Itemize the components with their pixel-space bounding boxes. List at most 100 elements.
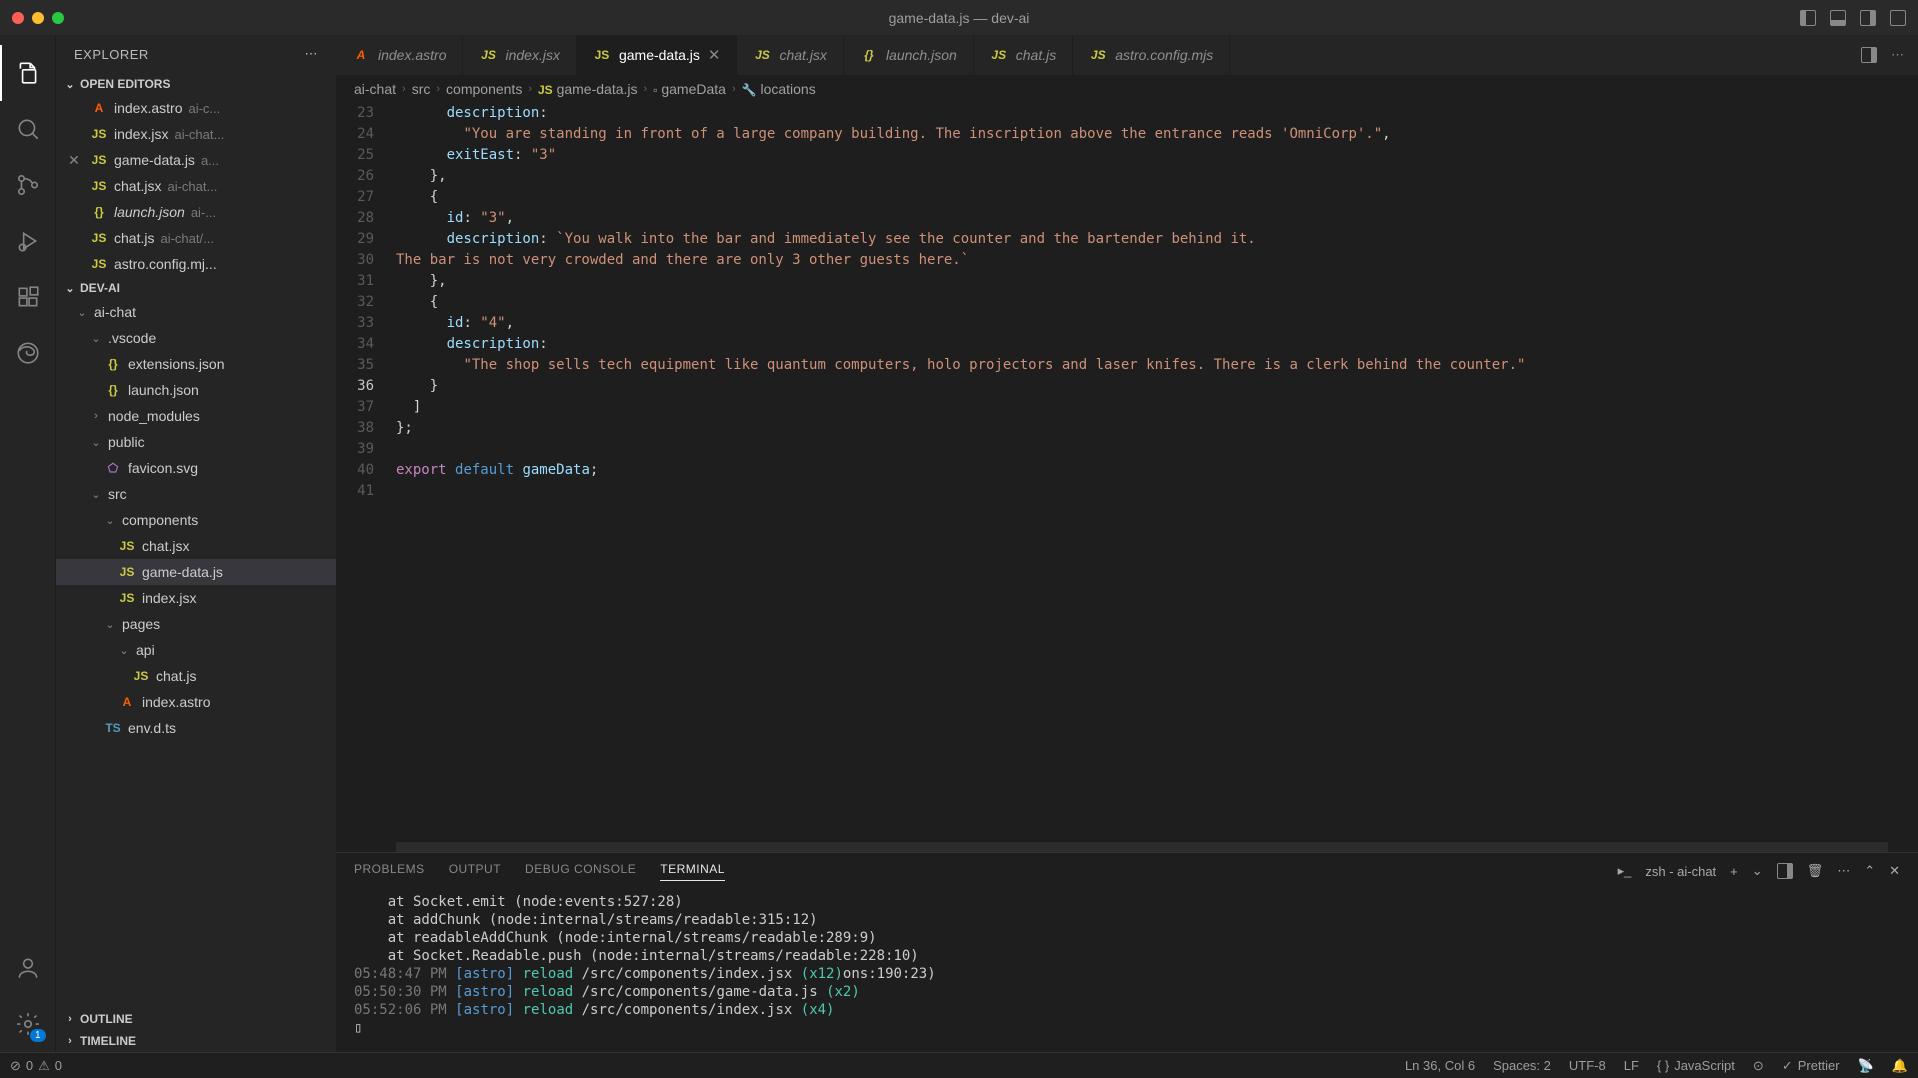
status-eol[interactable]: LF: [1624, 1058, 1639, 1073]
folder-item[interactable]: › node_modules: [56, 403, 336, 429]
file-item[interactable]: {} extensions.json: [56, 351, 336, 377]
close-editor-icon[interactable]: ✕: [64, 152, 84, 169]
source-control-activity-icon[interactable]: [0, 157, 56, 213]
explorer-activity-icon[interactable]: [0, 45, 56, 101]
minimize-window-button[interactable]: [32, 12, 44, 24]
status-copilot-icon[interactable]: ⊙: [1753, 1058, 1764, 1074]
status-cursor[interactable]: Ln 36, Col 6: [1405, 1058, 1475, 1073]
open-editor-item[interactable]: JS chat.jsx ai-chat...: [56, 173, 336, 199]
customize-layout-icon[interactable]: [1890, 10, 1906, 26]
file-item[interactable]: A index.astro: [56, 689, 336, 715]
breadcrumb-item[interactable]: components: [446, 81, 522, 97]
terminal-more-icon[interactable]: ⋯: [1837, 863, 1850, 879]
timeline-section[interactable]: › TIMELINE: [56, 1030, 336, 1052]
folder-item[interactable]: ⌄ src: [56, 481, 336, 507]
project-section[interactable]: ⌄ DEV-AI: [56, 277, 336, 299]
folder-item[interactable]: ⌄ api: [56, 637, 336, 663]
open-editor-item[interactable]: JS chat.js ai-chat/...: [56, 225, 336, 251]
terminal-output[interactable]: at Socket.emit (node:events:527:28) at a…: [336, 889, 1918, 1052]
status-language[interactable]: { } JavaScript: [1657, 1058, 1735, 1073]
toggle-primary-sidebar-icon[interactable]: [1800, 10, 1816, 26]
tab-more-icon[interactable]: ⋯: [1891, 47, 1904, 63]
file-item[interactable]: JS chat.js: [56, 663, 336, 689]
chevron-down-icon: ⌄: [90, 332, 102, 345]
editor-tab[interactable]: A index.astro: [336, 35, 463, 75]
run-debug-activity-icon[interactable]: [0, 213, 56, 269]
file-item[interactable]: TS env.d.ts: [56, 715, 336, 741]
terminal-title[interactable]: zsh - ai-chat: [1645, 864, 1716, 879]
status-bell-icon[interactable]: 🔔: [1892, 1058, 1908, 1074]
folder-name: components: [122, 512, 198, 528]
status-feedback-icon[interactable]: 📡: [1858, 1058, 1874, 1074]
file-path: a...: [201, 153, 219, 168]
code-editor[interactable]: 23242526272829303132333435363738394041 d…: [336, 103, 1918, 852]
breadcrumbs[interactable]: ai-chat›src›components›JS game-data.js›▫…: [336, 75, 1918, 103]
kill-terminal-icon[interactable]: 🗑: [1807, 863, 1824, 879]
editor-tab[interactable]: JS chat.jsx: [737, 35, 843, 75]
close-window-button[interactable]: [12, 12, 24, 24]
breadcrumb-item[interactable]: JS game-data.js: [538, 81, 638, 97]
accounts-activity-icon[interactable]: [0, 940, 56, 996]
close-tab-icon[interactable]: ✕: [708, 46, 721, 64]
open-editor-item[interactable]: JS astro.config.mj...: [56, 251, 336, 277]
sidebar: EXPLORER ⋯ ⌄ OPEN EDITORS A index.astro …: [56, 35, 336, 1052]
edge-activity-icon[interactable]: [0, 325, 56, 381]
status-spaces[interactable]: Spaces: 2: [1493, 1058, 1551, 1073]
breadcrumb-item[interactable]: ▫ gameData: [653, 81, 726, 97]
status-errors[interactable]: ⊘ 0 ⚠ 0: [10, 1058, 62, 1074]
status-encoding[interactable]: UTF-8: [1569, 1058, 1606, 1073]
folder-item[interactable]: ⌄ pages: [56, 611, 336, 637]
file-item[interactable]: JS game-data.js: [56, 559, 336, 585]
breadcrumb-item[interactable]: src: [412, 81, 431, 97]
open-editors-section[interactable]: ⌄ OPEN EDITORS: [56, 73, 336, 95]
file-type-icon: JS: [753, 48, 771, 62]
open-editor-item[interactable]: {} launch.json ai-...: [56, 199, 336, 225]
file-item[interactable]: ⬠ favicon.svg: [56, 455, 336, 481]
file-name: chat.js: [156, 668, 196, 684]
braces-icon: { }: [1657, 1058, 1669, 1073]
extensions-activity-icon[interactable]: [0, 269, 56, 325]
folder-item[interactable]: ⌄ components: [56, 507, 336, 533]
file-item[interactable]: JS index.jsx: [56, 585, 336, 611]
editor-tab[interactable]: JS index.jsx: [463, 35, 576, 75]
maximize-panel-icon[interactable]: ⌃: [1864, 863, 1875, 879]
folder-item[interactable]: ⌄ public: [56, 429, 336, 455]
toggle-secondary-sidebar-icon[interactable]: [1860, 10, 1876, 26]
file-path: ai-c...: [188, 101, 220, 116]
file-type-icon: A: [118, 695, 136, 709]
horizontal-scrollbar[interactable]: [396, 842, 1888, 852]
split-editor-icon[interactable]: [1861, 47, 1877, 63]
open-editor-item[interactable]: ✕ JS game-data.js a...: [56, 147, 336, 173]
new-terminal-icon[interactable]: +: [1730, 864, 1738, 879]
editor-tab[interactable]: JS chat.js: [974, 35, 1073, 75]
file-item[interactable]: {} launch.json: [56, 377, 336, 403]
outline-section[interactable]: › OUTLINE: [56, 1008, 336, 1030]
breadcrumb-item[interactable]: 🔧 locations: [742, 81, 816, 97]
editor-area: A index.astro JS index.jsx JS game-data.…: [336, 35, 1918, 1052]
open-editor-item[interactable]: JS index.jsx ai-chat...: [56, 121, 336, 147]
terminal-tab[interactable]: TERMINAL: [660, 862, 725, 881]
breadcrumb-item[interactable]: ai-chat: [354, 81, 396, 97]
split-terminal-icon[interactable]: [1777, 863, 1793, 879]
settings-activity-icon[interactable]: 1: [0, 996, 56, 1052]
folder-item[interactable]: ⌄ ai-chat: [56, 299, 336, 325]
status-prettier[interactable]: ✓ Prettier: [1782, 1058, 1840, 1074]
folder-item[interactable]: ⌄ .vscode: [56, 325, 336, 351]
editor-tab[interactable]: JS game-data.js ✕: [577, 35, 738, 75]
terminal-shell-icon[interactable]: ▸_: [1618, 863, 1632, 879]
file-item[interactable]: JS chat.jsx: [56, 533, 336, 559]
editor-tab[interactable]: {} launch.json: [844, 35, 974, 75]
output-tab[interactable]: OUTPUT: [449, 862, 501, 880]
search-activity-icon[interactable]: [0, 101, 56, 157]
problems-tab[interactable]: PROBLEMS: [354, 862, 425, 880]
close-panel-icon[interactable]: ✕: [1889, 863, 1900, 879]
toggle-panel-icon[interactable]: [1830, 10, 1846, 26]
terminal-dropdown-icon[interactable]: ⌄: [1752, 863, 1763, 879]
maximize-window-button[interactable]: [52, 12, 64, 24]
explorer-title: EXPLORER: [74, 47, 149, 62]
file-name: game-data.js: [114, 152, 195, 168]
open-editor-item[interactable]: A index.astro ai-c...: [56, 95, 336, 121]
editor-tab[interactable]: JS astro.config.mjs: [1073, 35, 1230, 75]
debug-console-tab[interactable]: DEBUG CONSOLE: [525, 862, 636, 880]
explorer-more-icon[interactable]: ⋯: [305, 46, 319, 62]
